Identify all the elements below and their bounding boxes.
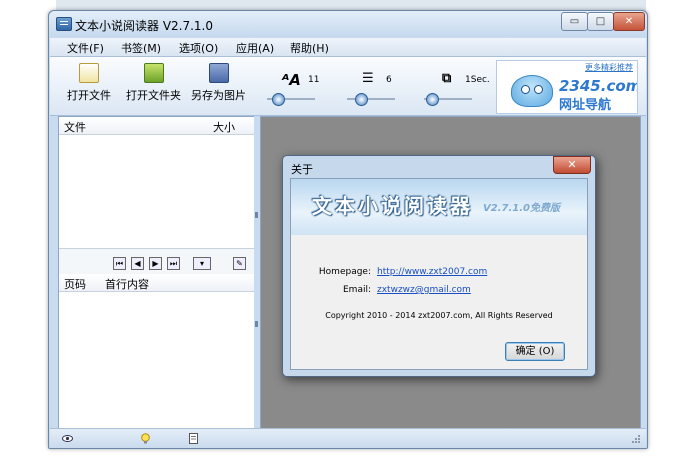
ok-button[interactable]: 确定 (O): [505, 342, 565, 361]
open-file-icon: [79, 63, 99, 83]
open-folder-button[interactable]: 打开文件夹: [126, 63, 181, 103]
dialog-body: 文本小说阅读器 V2.7.1.0免费版 Homepage: http://www…: [290, 178, 588, 370]
ad-top-link[interactable]: 更多精彩推荐: [585, 62, 633, 73]
font-size-icon: ᴬA: [282, 71, 301, 89]
status-bar: [50, 428, 646, 448]
column-first-line[interactable]: 首行内容: [105, 276, 149, 292]
document-icon[interactable]: [188, 433, 199, 444]
octopus-mascot-icon: [511, 75, 553, 107]
splitter-grip-bottom: [255, 321, 258, 327]
app-book-icon: [56, 17, 72, 31]
scroll-interval-value: 1Sec.: [465, 75, 490, 85]
menu-bookmarks[interactable]: 书签(M): [121, 40, 161, 56]
minimize-button[interactable]: ▭: [561, 12, 588, 31]
email-link[interactable]: zxtwzwz@gmail.com: [377, 285, 471, 295]
open-folder-icon: [143, 63, 164, 83]
menu-file[interactable]: 文件(F): [67, 40, 104, 56]
copyright-text: Copyright 2010 - 2014 zxt2007.com, All R…: [325, 311, 553, 320]
column-size[interactable]: 大小: [213, 119, 235, 135]
homepage-label: Homepage:: [318, 267, 371, 277]
toolbar: 打开文件 打开文件夹 另存为图片 ᴬA 11 ☰ 6 ⧉ 1Sec. 更多精彩推…: [50, 57, 646, 116]
prev-page-icon[interactable]: ◀: [131, 257, 144, 270]
line-spacing-icon: ☰: [362, 71, 374, 86]
ad-tagline: 网址导航: [559, 98, 612, 113]
bookmark-toolbar: ⏮ ◀ ▶ ⏭ ▾ ✎: [59, 248, 254, 275]
open-file-button[interactable]: 打开文件: [67, 63, 111, 103]
bookmark-list[interactable]: [59, 292, 254, 430]
close-button[interactable]: ✕: [613, 12, 645, 31]
font-size-slider-knob[interactable]: [272, 93, 285, 106]
scroll-interval-slider[interactable]: [424, 93, 472, 106]
dialog-title: 关于: [291, 163, 313, 176]
line-spacing-slider[interactable]: [347, 93, 395, 106]
save-disk-icon: [208, 63, 229, 83]
menu-bar: 文件(F) 书签(M) 选项(O) 应用(A) 帮助(H): [50, 38, 646, 57]
next-page-icon[interactable]: ▶: [149, 257, 162, 270]
dialog-banner: 文本小说阅读器 V2.7.1.0免费版: [291, 179, 587, 235]
email-label: Email:: [342, 285, 371, 295]
maximize-button[interactable]: □: [587, 12, 614, 31]
line-spacing-slider-knob[interactable]: [355, 93, 368, 106]
save-image-label: 另存为图片: [191, 89, 246, 102]
menu-apps[interactable]: 应用(A): [236, 40, 274, 56]
panel-splitter[interactable]: [254, 116, 259, 429]
dialog-version: V2.7.1.0免费版: [483, 203, 560, 214]
add-bookmark-icon[interactable]: ▾: [193, 257, 211, 270]
first-page-icon[interactable]: ⏮: [113, 257, 126, 270]
dialog-app-name: 文本小说阅读器: [312, 194, 473, 218]
ad-brand: 2345.com: [559, 77, 638, 95]
about-dialog: 关于 ✕ 文本小说阅读器 V2.7.1.0免费版 Homepage: http:…: [282, 155, 596, 377]
font-size-slider[interactable]: [267, 93, 315, 106]
pages-icon: ⧉: [442, 71, 452, 86]
homepage-link[interactable]: http://www.zxt2007.com: [377, 267, 487, 277]
open-file-label: 打开文件: [67, 89, 111, 102]
file-list[interactable]: [59, 135, 254, 247]
scroll-interval-slider-knob[interactable]: [426, 93, 439, 106]
column-file[interactable]: 文件: [64, 119, 86, 135]
menu-options[interactable]: 选项(O): [179, 40, 218, 56]
window-title: 文本小说阅读器 V2.7.1.0: [75, 19, 214, 33]
splitter-grip-top: [255, 212, 258, 218]
dialog-close-button[interactable]: ✕: [553, 156, 591, 174]
last-page-icon[interactable]: ⏭: [167, 257, 180, 270]
save-image-button[interactable]: 另存为图片: [191, 63, 246, 103]
menu-help[interactable]: 帮助(H): [290, 40, 329, 56]
open-folder-label: 打开文件夹: [126, 89, 181, 102]
column-page[interactable]: 页码: [64, 276, 86, 292]
edit-bookmark-icon[interactable]: ✎: [233, 257, 246, 270]
file-list-header: 文件 大小: [59, 117, 254, 135]
bookmark-list-header: 页码 首行内容: [59, 274, 254, 292]
line-spacing-value: 6: [386, 75, 392, 85]
font-size-value: 11: [308, 75, 320, 85]
ad-banner[interactable]: 更多精彩推荐 2345.com 网址导航: [496, 60, 638, 114]
lightbulb-icon[interactable]: [140, 433, 151, 444]
eye-icon[interactable]: [62, 433, 73, 444]
title-bar[interactable]: 文本小说阅读器 V2.7.1.0 ▭ □ ✕: [49, 11, 647, 37]
resize-grip-icon[interactable]: [630, 433, 641, 444]
left-panel: 文件 大小 ⏮ ◀ ▶ ⏭ ▾ ✎ 页码 首行内容: [58, 116, 255, 431]
